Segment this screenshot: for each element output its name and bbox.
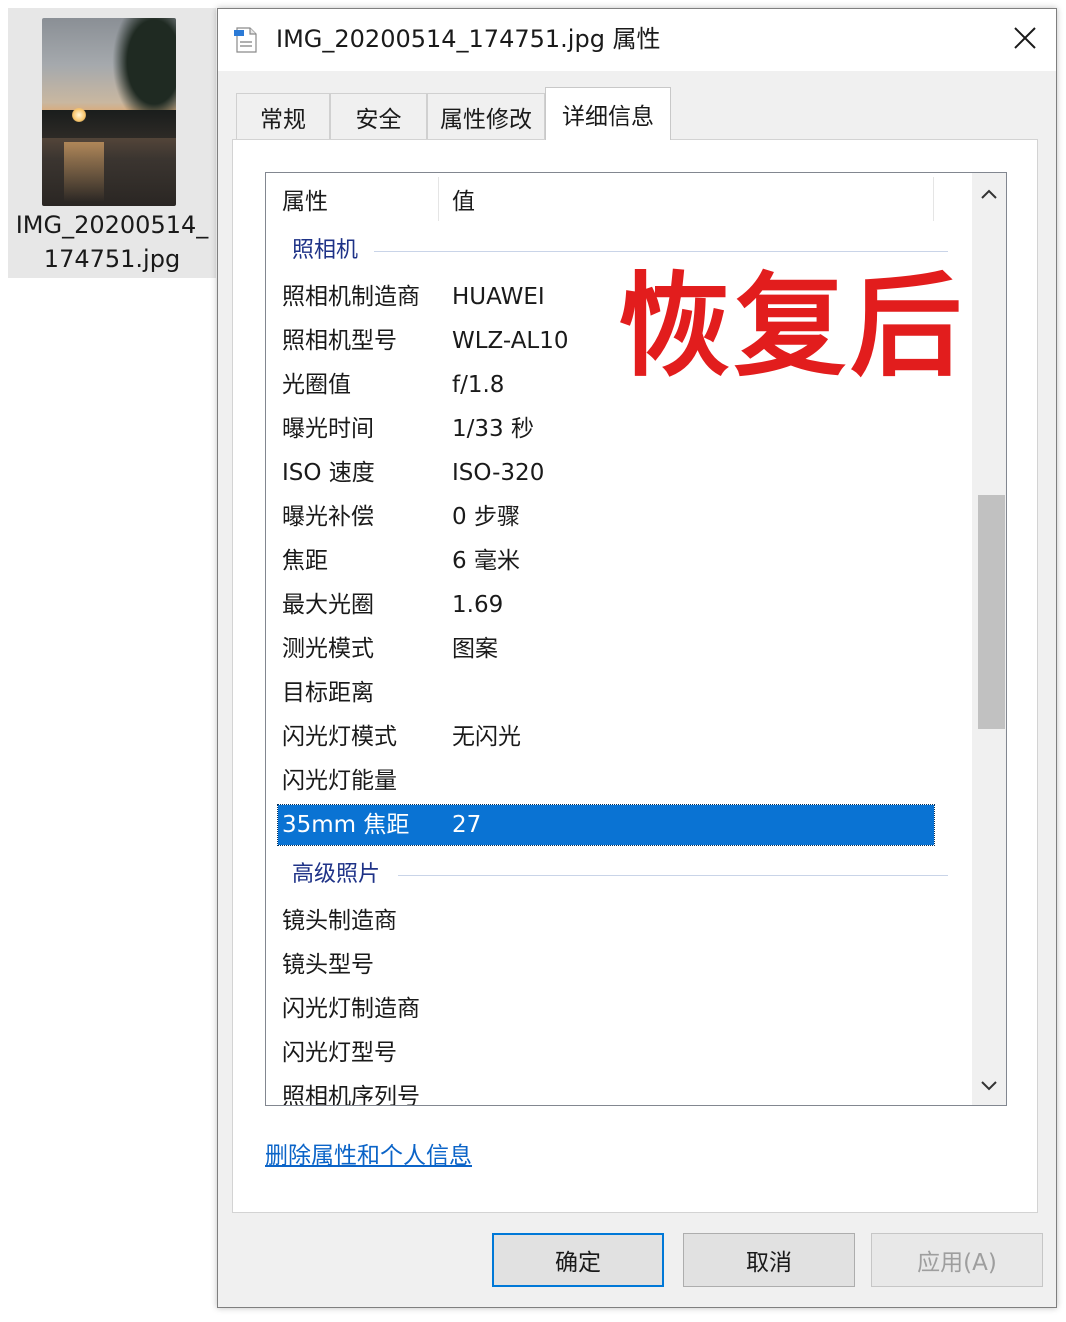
dialog-title: IMG_20200514_174751.jpg 属性 [276, 25, 661, 53]
file-name: IMG_20200514_ 174751.jpg [15, 211, 209, 273]
property-row[interactable]: 目标距离 [278, 673, 934, 713]
cancel-button[interactable]: 取消 [683, 1233, 855, 1287]
overlay-annotation: 恢复后 [618, 262, 966, 392]
group-label: 高级照片 [292, 862, 381, 887]
scroll-down-button[interactable] [972, 1065, 1006, 1105]
property-row[interactable]: 闪光灯型号 [278, 1033, 934, 1073]
close-icon [1014, 27, 1036, 53]
group-header-advanced-photo[interactable]: 高级照片 [266, 855, 948, 895]
property-row[interactable]: 闪光灯能量 [278, 761, 934, 801]
property-row[interactable]: 闪光灯模式 无闪光 [278, 717, 934, 757]
image-thumbnail [42, 18, 176, 206]
vertical-scrollbar[interactable] [972, 173, 1006, 1105]
property-row[interactable]: 闪光灯制造商 [278, 989, 934, 1029]
property-row[interactable]: 照相机序列号 [278, 1077, 934, 1105]
scroll-down-icon [981, 1076, 997, 1095]
close-button[interactable] [994, 9, 1056, 71]
scrollbar-thumb[interactable] [978, 495, 1005, 729]
tab-details[interactable]: 详细信息 [545, 87, 671, 140]
apply-button[interactable]: 应用(A) [871, 1233, 1043, 1287]
property-row[interactable]: 镜头型号 [278, 945, 934, 985]
document-properties-icon [234, 26, 260, 54]
property-row[interactable]: 测光模式 图案 [278, 629, 934, 669]
ok-button[interactable]: 确定 [492, 1233, 664, 1287]
property-row[interactable]: 镜头制造商 [278, 901, 934, 941]
property-row[interactable]: 最大光圈 1.69 [278, 585, 934, 625]
remove-properties-link[interactable]: 删除属性和个人信息 [265, 1136, 472, 1170]
properties-dialog: IMG_20200514_174751.jpg 属性 常规 安全 属性修改 详细… [217, 8, 1057, 1308]
property-row[interactable]: ISO 速度 ISO-320 [278, 453, 934, 493]
scroll-up-button[interactable] [972, 173, 1006, 213]
column-header-property[interactable]: 属性 [282, 173, 328, 225]
property-row[interactable]: 焦距 6 毫米 [278, 541, 934, 581]
property-row[interactable]: 曝光补偿 0 步骤 [278, 497, 934, 537]
property-row[interactable]: 曝光时间 1/33 秒 [278, 409, 934, 449]
column-header-value[interactable]: 值 [452, 173, 475, 225]
listview-header: 属性 值 [266, 173, 934, 225]
group-label: 照相机 [292, 238, 359, 263]
property-row-selected[interactable]: 35mm 焦距 27 [277, 804, 935, 846]
scroll-up-icon [981, 184, 997, 203]
title-bar[interactable]: IMG_20200514_174751.jpg 属性 [218, 9, 1056, 71]
tab-property-modify[interactable]: 属性修改 [427, 93, 545, 139]
tab-security[interactable]: 安全 [330, 93, 427, 139]
tab-general[interactable]: 常规 [236, 93, 330, 139]
desktop-file-item[interactable]: IMG_20200514_ 174751.jpg [8, 8, 216, 278]
